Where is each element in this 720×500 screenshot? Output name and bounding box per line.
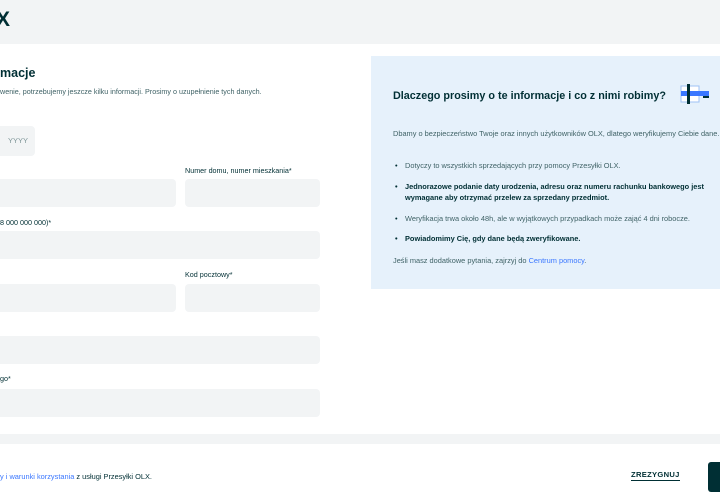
resign-button[interactable]: ZREZYGNUJ (631, 470, 680, 481)
info-panel: Dlaczego prosimy o te informacje i co z … (371, 56, 720, 289)
postal-code-input[interactable] (185, 284, 320, 312)
info-bullet: Dotyczy to wszystkich sprzedających przy… (393, 160, 720, 172)
postal-code-label: Kod pocztowy* (185, 270, 233, 279)
info-intro: Dbamy o bezpieczeństwo Twoje oraz innych… (393, 129, 720, 138)
help-center-link[interactable]: Centrum pomocy (529, 256, 585, 265)
house-number-label: Numer domu, numer mieszkania* (185, 166, 292, 175)
help-suffix: . (584, 256, 587, 265)
info-bullet: Jednorazowe podanie daty urodzenia, adre… (393, 181, 720, 204)
form-title: macje (0, 66, 36, 80)
info-bullet: Powiadomimy Cię, gdy dane będą zweryfiko… (393, 233, 720, 245)
info-bullet: Weryfikacja trwa około 48h, ale w wyjątk… (393, 213, 720, 225)
olx-logo[interactable]: X (0, 8, 10, 32)
info-bullets: Dotyczy to wszystkich sprzedających przy… (393, 160, 720, 254)
account-number-input[interactable] (0, 231, 320, 259)
continue-button[interactable] (708, 462, 720, 492)
form-subtitle: wenie, potrzebujemy jeszcze kilku inform… (0, 87, 262, 96)
terms-link[interactable]: y i warunki korzystania (0, 472, 74, 481)
help-prefix: Jeśli masz dodatkowe pytania, zajrzyj do (393, 256, 529, 265)
terms-suffix: z usługi Przesyłki OLX. (74, 472, 152, 481)
extra-input[interactable] (0, 336, 320, 364)
form-card: macje wenie, potrzebujemy jeszcze kilku … (0, 44, 720, 434)
account-number-label: 8 000 000 000)* (0, 218, 52, 227)
footer-bar: y i warunki korzystania z usługi Przesył… (0, 444, 720, 500)
top-bar: X (0, 0, 720, 44)
terms-text: y i warunki korzystania z usługi Przesył… (0, 472, 152, 481)
birth-year-select[interactable]: YYYY (0, 126, 35, 156)
info-help: Jeśli masz dodatkowe pytania, zajrzyj do… (393, 256, 586, 265)
last-field-label: go* (0, 374, 11, 383)
info-title: Dlaczego prosimy o te informacje i co z … (393, 90, 666, 102)
street-input[interactable] (0, 179, 176, 207)
parcel-illustration-icon (680, 84, 709, 104)
last-field-input[interactable] (0, 389, 320, 417)
city-input[interactable] (0, 284, 176, 312)
house-number-input[interactable] (185, 179, 320, 207)
